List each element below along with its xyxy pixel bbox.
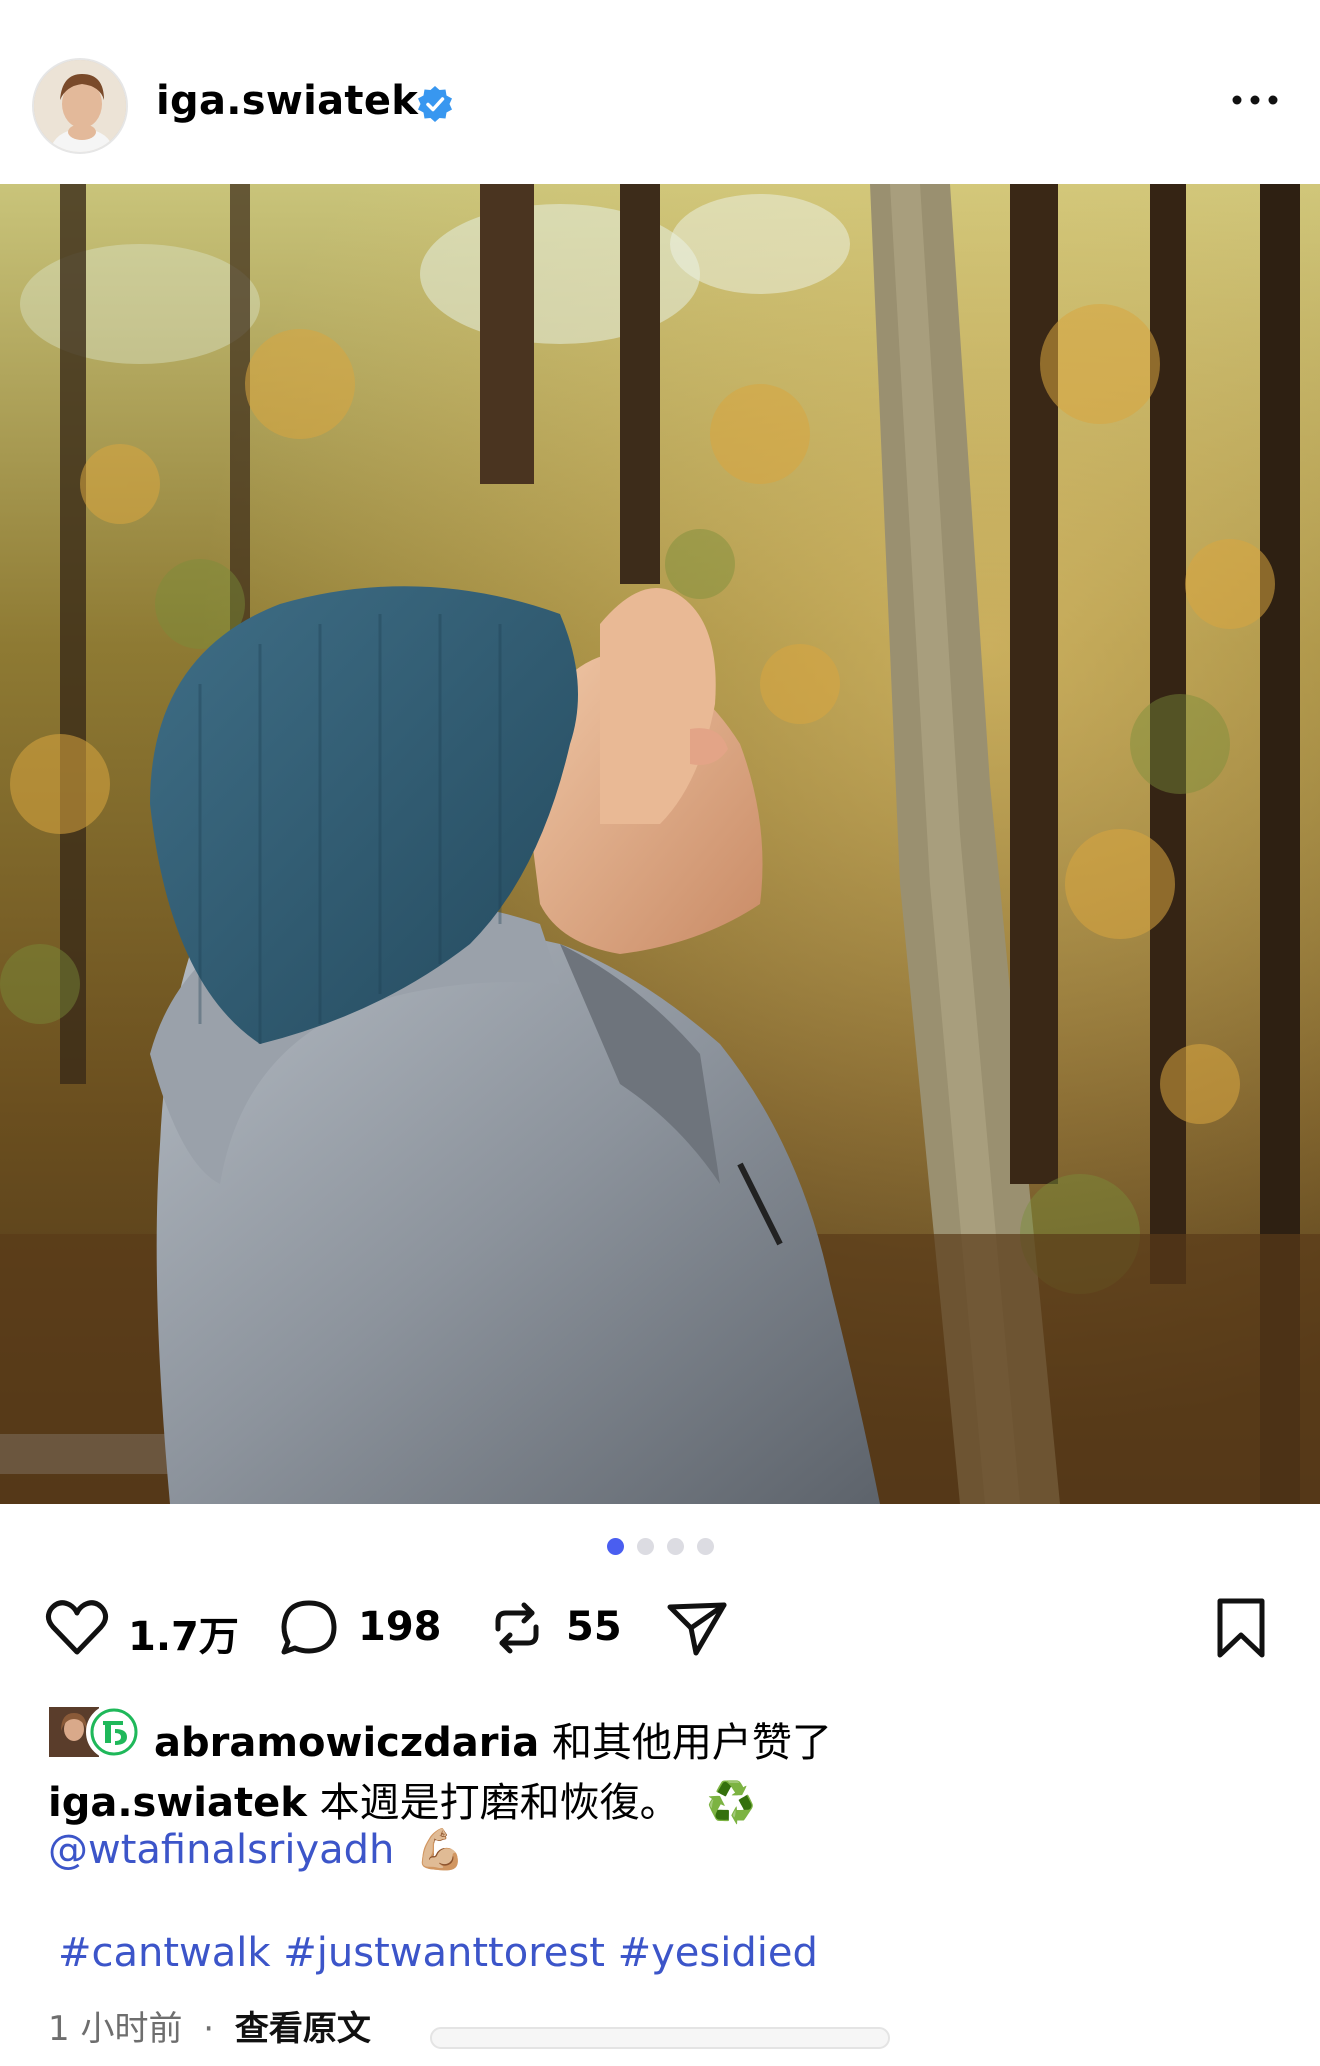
hashtags[interactable]: #cantwalk #justwanttorest #yesidied — [58, 1930, 818, 1976]
share-send-icon[interactable] — [664, 1595, 730, 1661]
forest-portrait-image — [0, 184, 1320, 1504]
carousel-dot-active — [606, 1538, 624, 1555]
carousel-dot — [666, 1538, 684, 1555]
caption-mention-line: @wtafinalsriyadh 💪🏼 — [48, 1826, 465, 1873]
like-heart-icon[interactable] — [44, 1595, 110, 1661]
carousel-indicator — [0, 1538, 1320, 1560]
recycle-emoji: ♻️ — [706, 1780, 757, 1826]
more-options-icon[interactable] — [1225, 80, 1285, 120]
mention-link[interactable]: @wtafinalsriyadh — [48, 1827, 394, 1873]
liked-by-username[interactable]: abramowiczdaria — [154, 1720, 539, 1766]
post-meta: 1 小时前 · 查看原文 — [48, 2001, 371, 2050]
see-original-link[interactable]: 查看原文 — [235, 2009, 371, 2049]
caption-text: 本週是打磨和恢復。 — [319, 1780, 680, 1826]
author-username[interactable]: iga.swiatek — [156, 78, 418, 124]
bookmark-icon[interactable] — [1208, 1595, 1274, 1661]
post-photo[interactable] — [0, 184, 1320, 1504]
meta-separator: · — [203, 2009, 215, 2049]
post-time: 1 小时前 — [48, 2009, 183, 2049]
liked-by-suffix: 和其他用户赞了 — [551, 1720, 832, 1766]
comment-icon[interactable] — [276, 1595, 342, 1661]
scroll-indicator — [430, 2027, 890, 2049]
verified-badge-icon — [418, 86, 452, 122]
repost-count[interactable]: 55 — [566, 1604, 622, 1650]
liked-by-row[interactable]: abramowiczdaria 和其他用户赞了 — [46, 1702, 1276, 1766]
post-header: iga.swiatek — [0, 0, 1320, 184]
liker-avatar-brand — [86, 1704, 142, 1760]
action-bar: 1.7万 198 55 — [0, 1585, 1320, 1675]
comment-count[interactable]: 198 — [358, 1604, 442, 1650]
like-count[interactable]: 1.7万 — [128, 1604, 239, 1662]
repost-icon[interactable] — [484, 1595, 550, 1661]
author-avatar[interactable] — [32, 58, 128, 154]
caption-line: iga.swiatek 本週是打磨和恢復。 ♻️ — [48, 1770, 756, 1828]
caption-author[interactable]: iga.swiatek — [48, 1780, 307, 1826]
carousel-dot — [636, 1538, 654, 1555]
flexed-biceps-emoji: 💪🏼 — [415, 1827, 465, 1873]
carousel-dot — [696, 1538, 714, 1555]
